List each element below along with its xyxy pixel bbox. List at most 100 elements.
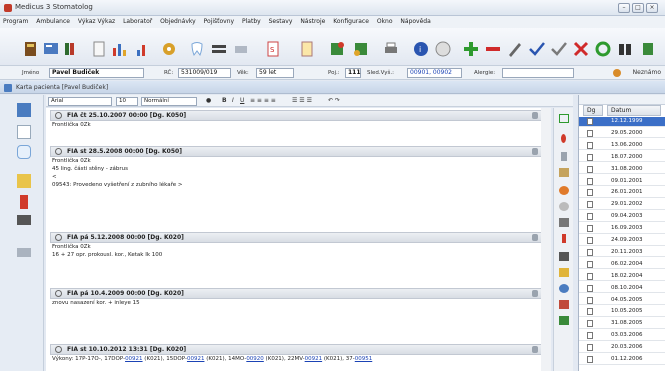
notes-scrollbar[interactable] [541,108,551,371]
card-icon[interactable] [232,40,250,58]
undo-redo-icon[interactable]: ↶ ↷ [328,97,340,104]
tool-icon[interactable] [559,218,569,227]
folder-icon[interactable] [559,268,569,277]
table-row[interactable]: 09.04.2003 [579,212,665,222]
menu-napoveda[interactable]: Nápověda [397,16,433,25]
table-row[interactable]: 08.10.2004 [579,284,665,294]
table-row[interactable]: 20.03.2006 [579,343,665,353]
code-link[interactable]: 00920 [246,356,264,362]
menu-nastroje[interactable]: Nástroje [297,16,328,25]
table-row[interactable]: 13.06.2000 [579,141,665,151]
row-checkbox[interactable] [587,248,593,256]
menu-sestavy[interactable]: Sestavy [266,16,296,25]
minimize-button[interactable]: – [618,3,630,13]
sidebar-plus-icon[interactable] [20,195,28,209]
table-row[interactable]: 24.09.2003 [579,236,665,246]
info-icon[interactable]: i [412,40,430,58]
arrow-icon[interactable] [561,152,567,161]
invoice-icon[interactable]: S [264,40,282,58]
puzzle-icon[interactable] [328,40,346,58]
font-select[interactable]: Arial [48,97,112,106]
books-icon[interactable] [62,40,80,58]
pin-icon[interactable] [532,148,538,155]
table-row[interactable]: 18.07.2000 [579,153,665,163]
row-checkbox[interactable] [587,296,593,304]
row-checkbox[interactable] [587,118,593,125]
dental-chart-icon[interactable] [210,40,228,58]
age-field[interactable]: 59 let [256,68,294,78]
row-checkbox[interactable] [587,225,593,233]
menu-pojistovny[interactable]: Pojišťovny [201,16,237,25]
table-row[interactable]: 29.05.2000 [579,129,665,139]
dot-icon[interactable] [561,134,566,143]
menu-ambulance[interactable]: Ambulance [33,16,73,25]
close-button[interactable]: × [646,3,658,13]
table-row[interactable]: 29.01.2002 [579,200,665,210]
pin-icon[interactable] [532,112,538,119]
row-checkbox[interactable] [587,189,593,197]
poj-field[interactable]: 111 [345,68,361,78]
row-checkbox[interactable] [587,129,593,137]
row-checkbox[interactable] [587,153,593,161]
note-header[interactable]: FIA st 28.5.2008 00:00 [Dg. K050] [50,146,545,157]
table-row[interactable]: 20.11.2003 [579,248,665,258]
menu-laborator[interactable]: Laboratoř [120,16,155,25]
camera-icon[interactable] [559,252,569,261]
row-checkbox[interactable] [587,213,593,221]
color-icon[interactable]: ● [206,97,211,104]
row-checkbox[interactable] [587,284,593,292]
menu-vykaz[interactable]: Výkaz Výkaz [75,16,118,25]
row-checkbox[interactable] [587,165,593,173]
row-checkbox[interactable] [587,201,593,209]
table-row[interactable]: 09.01.2001 [579,177,665,187]
row-checkbox[interactable] [587,356,593,363]
note-header[interactable]: FIA st 10.10.2012 13:31 [Dg. K020] [50,344,545,355]
add-icon[interactable] [462,40,480,58]
close-note-icon[interactable] [559,114,569,123]
table-row[interactable]: 31.08.2000 [579,165,665,175]
col-header-dg[interactable]: Dg [583,105,603,116]
plus-icon[interactable] [562,234,566,243]
star-icon[interactable] [559,186,569,195]
sidebar-page-icon[interactable] [17,125,31,139]
sidebar-chart-icon[interactable] [17,215,31,225]
code-link[interactable]: 00921 [125,356,143,362]
hook-icon[interactable] [559,168,569,177]
col-header-datum[interactable]: Datum [607,105,661,116]
note-header[interactable]: FIA čt 25.10.2007 00:00 [Dg. K050] [50,110,545,121]
cancel-x-icon[interactable] [572,40,590,58]
row-checkbox[interactable] [587,308,593,316]
sidebar-tooth-icon[interactable] [17,145,31,159]
pin-icon[interactable] [532,346,538,353]
patient-book-icon[interactable] [22,40,40,58]
code-link[interactable]: 00921 [305,356,323,362]
binoculars-icon[interactable] [616,40,634,58]
code-link[interactable]: 00951 [355,356,373,362]
align-icons[interactable]: ≡ ≡ ≡ ≡ [250,97,276,104]
z-icon[interactable] [559,300,569,309]
table-row[interactable]: 26.01.2001 [579,188,665,198]
bold-icon[interactable]: B [222,97,227,104]
remove-icon[interactable] [484,40,502,58]
menu-konfigurace[interactable]: Konfigurace [330,16,372,25]
globe-icon[interactable] [559,284,569,293]
row-checkbox[interactable] [587,260,593,268]
gear-icon[interactable] [160,40,178,58]
table-row[interactable]: 10.05.2005 [579,307,665,317]
size-select[interactable]: 10 [116,97,138,106]
code-link[interactable]: 00921 [187,356,205,362]
table-row[interactable]: 03.03.2006 [579,331,665,341]
table-row[interactable]: 06.02.2004 [579,260,665,270]
table-row[interactable]: 01.12.2006 [579,355,665,365]
stats2-icon[interactable] [134,40,152,58]
row-checkbox[interactable] [587,237,593,244]
confirm-edit-icon[interactable] [550,40,568,58]
puzzle-alt-icon[interactable] [352,40,370,58]
row-checkbox[interactable] [587,272,593,280]
edit-pencil-icon[interactable] [506,40,524,58]
circle-icon[interactable] [559,202,569,211]
table-row[interactable]: 16.09.2003 [579,224,665,234]
refresh-icon[interactable] [594,40,612,58]
stats-icon[interactable] [110,40,128,58]
pin-icon[interactable] [532,234,538,241]
